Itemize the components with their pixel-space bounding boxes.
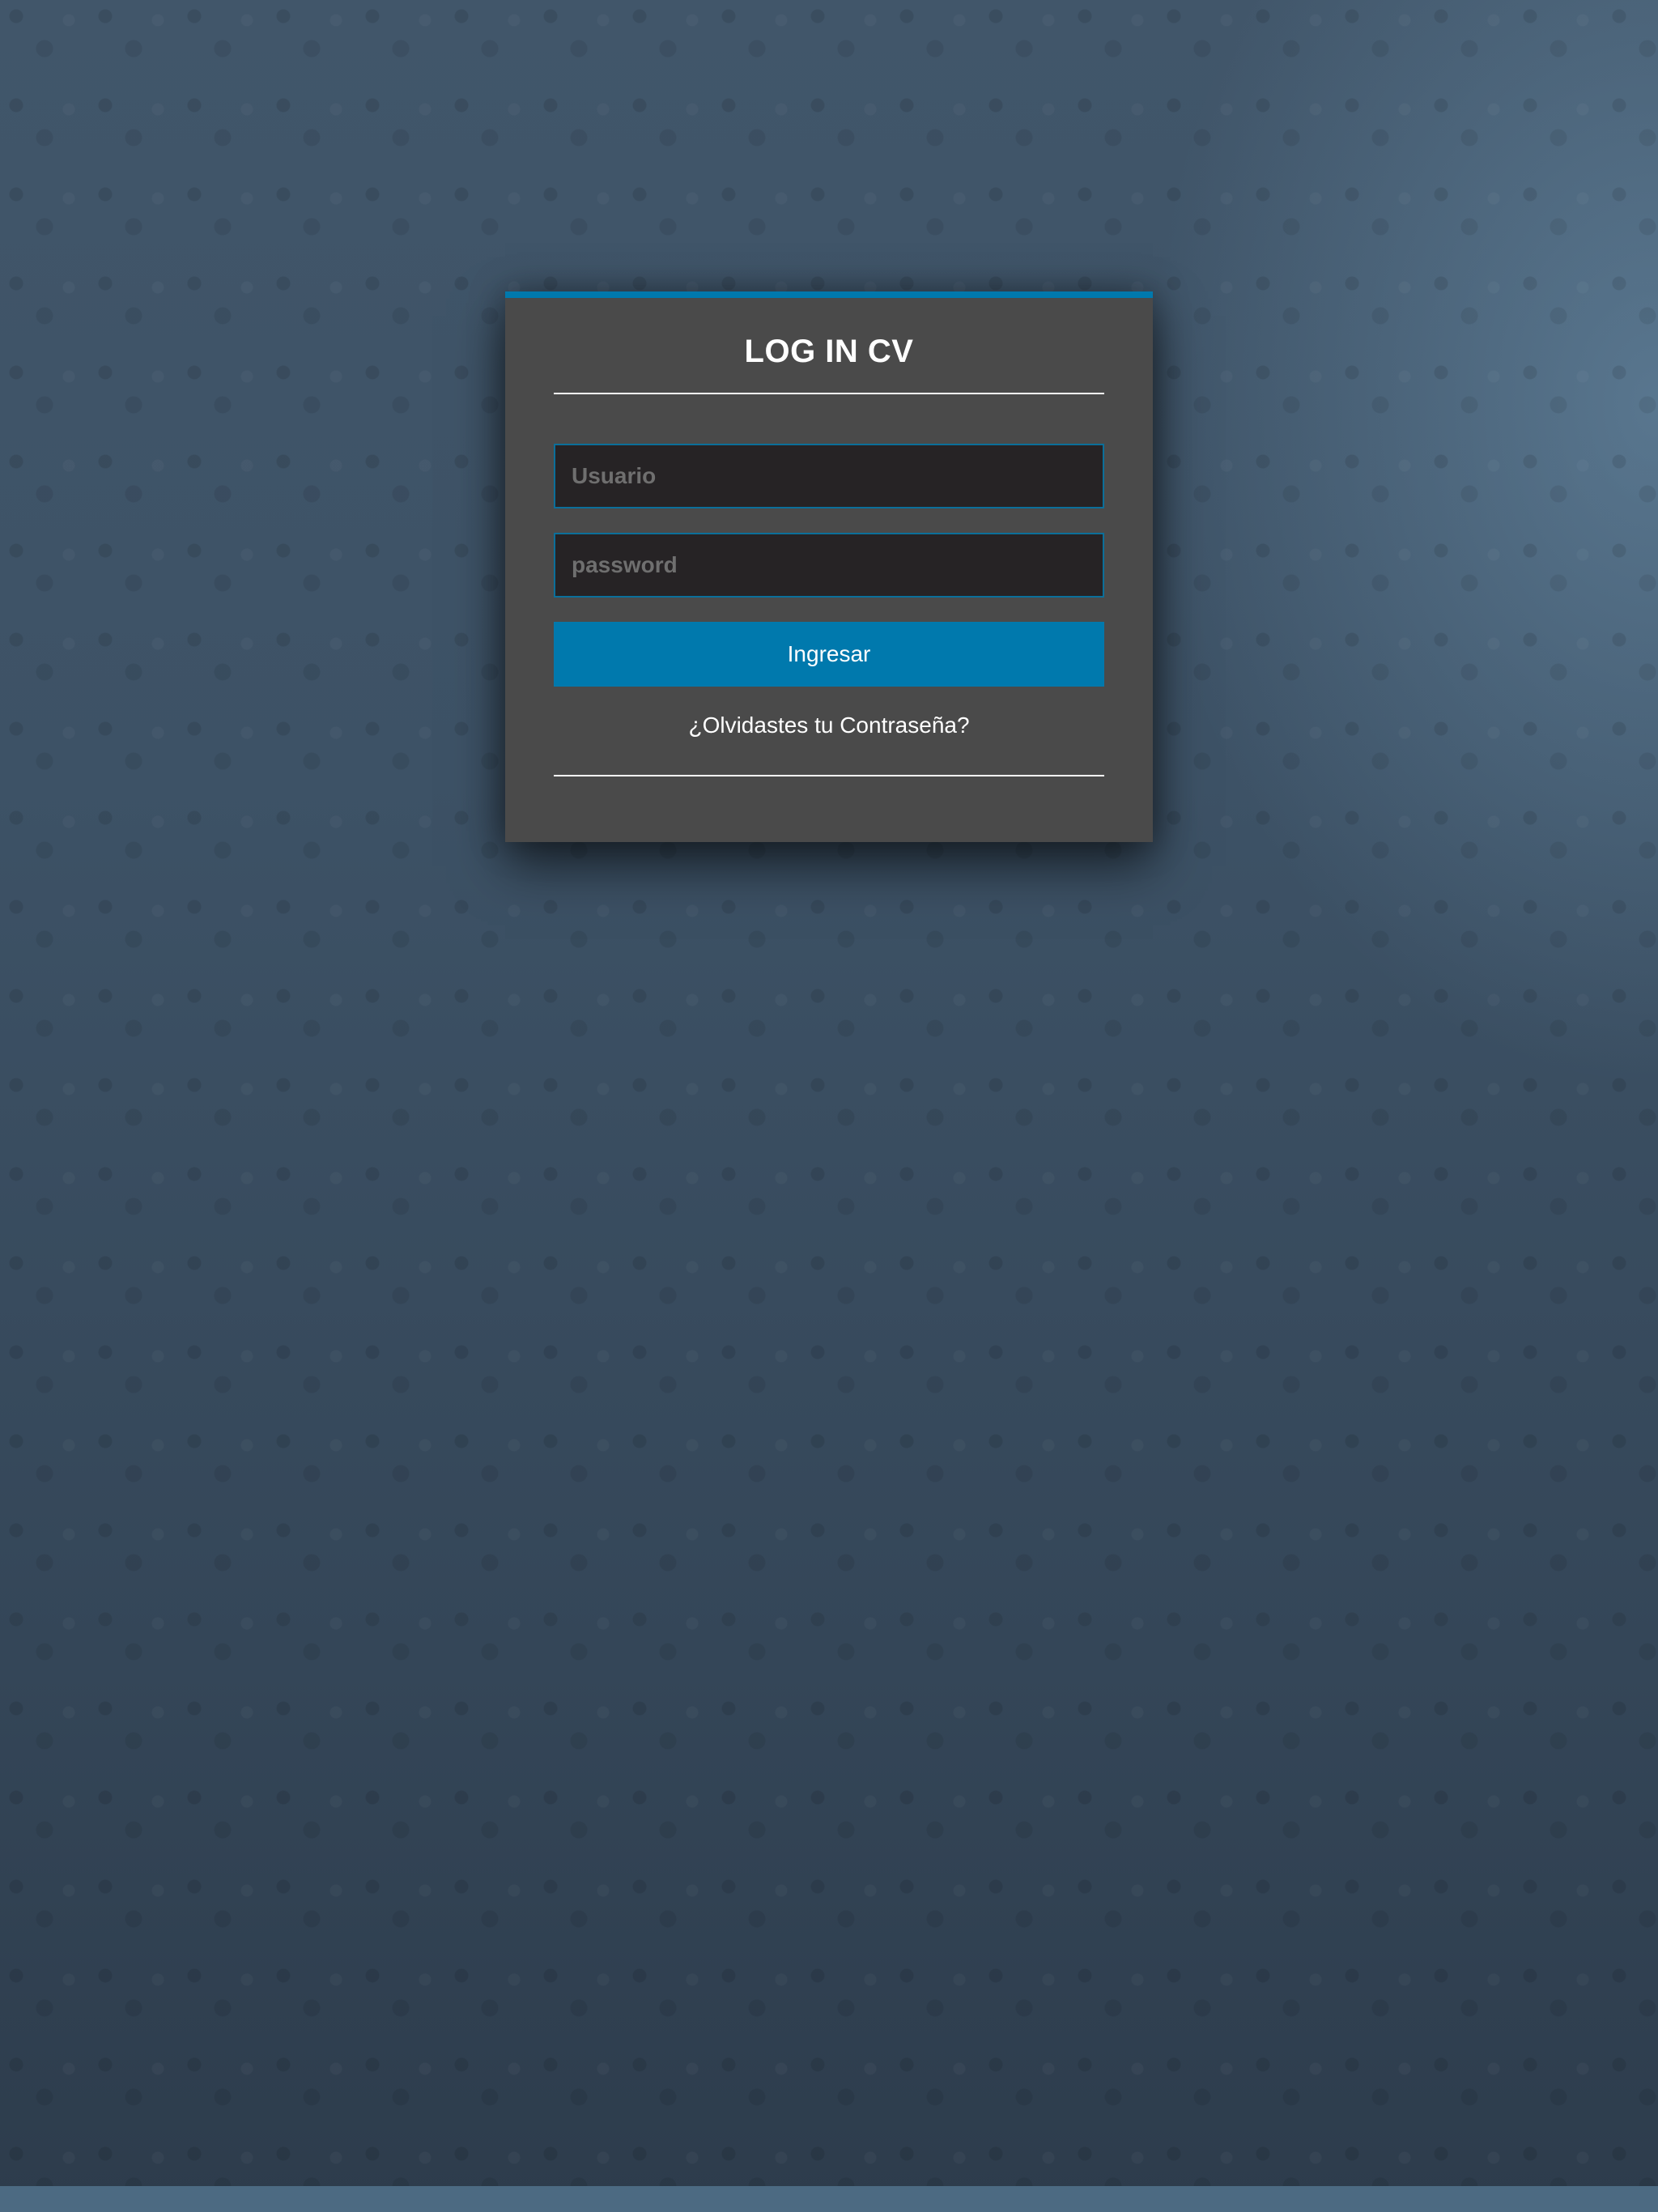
bottom-strip xyxy=(0,2186,1658,2212)
top-divider xyxy=(554,393,1104,394)
login-title: LOG IN CV xyxy=(744,334,914,369)
login-card: LOG IN CV Ingresar ¿Olvidastes tu Contra… xyxy=(505,291,1153,842)
password-input[interactable] xyxy=(554,533,1104,598)
login-button[interactable]: Ingresar xyxy=(554,622,1104,687)
bottom-divider xyxy=(554,775,1104,776)
forgot-password-link[interactable]: ¿Olvidastes tu Contraseña? xyxy=(505,711,1153,740)
username-input[interactable] xyxy=(554,444,1104,508)
